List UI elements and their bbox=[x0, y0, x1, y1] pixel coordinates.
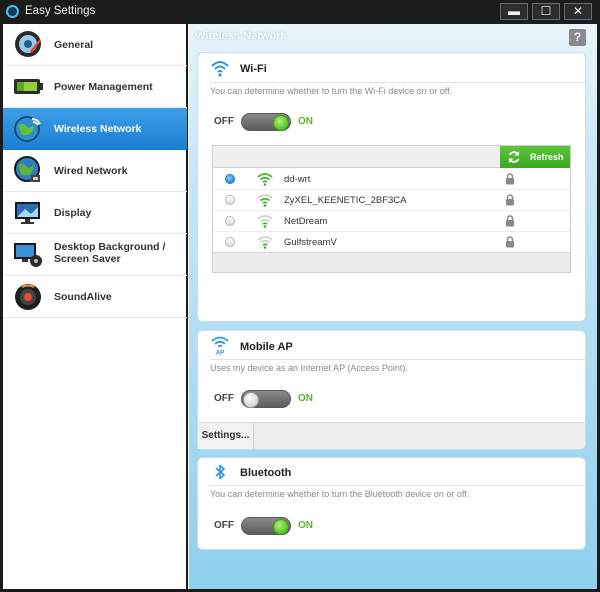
signal-medium-icon bbox=[257, 193, 273, 210]
network-row[interactable]: GulfstreamV bbox=[213, 232, 570, 253]
divider bbox=[210, 485, 585, 486]
wireless-globe-icon bbox=[13, 113, 43, 143]
speaker-icon bbox=[13, 281, 43, 311]
sidebar-item-wired-network[interactable]: Wired Network bbox=[3, 150, 187, 192]
toggle-knob bbox=[273, 115, 289, 131]
mobile-ap-settings-bar: Settings... bbox=[198, 422, 585, 449]
bluetooth-description: You can determine whether to turn the Bl… bbox=[210, 489, 470, 499]
lock-icon bbox=[505, 236, 515, 251]
network-ssid: dd-wrt bbox=[284, 174, 311, 185]
window-title: Easy Settings bbox=[25, 5, 96, 17]
sidebar-item-display[interactable]: Display bbox=[3, 192, 187, 234]
network-radio[interactable] bbox=[225, 174, 235, 184]
sidebar-item-label: Desktop Background / bbox=[54, 241, 166, 253]
network-radio[interactable] bbox=[225, 216, 235, 226]
network-list-footer bbox=[213, 252, 570, 272]
bluetooth-toggle[interactable] bbox=[241, 517, 291, 535]
divider bbox=[210, 359, 585, 360]
bluetooth-on-label: ON bbox=[298, 520, 313, 531]
app-icon bbox=[6, 5, 19, 18]
wifi-card: Wi-Fi You can determine whether to turn … bbox=[197, 52, 586, 322]
mobile-ap-on-label: ON bbox=[298, 393, 313, 404]
bluetooth-off-label: OFF bbox=[214, 520, 234, 531]
sidebar-item-soundalive[interactable]: SoundAlive bbox=[3, 276, 187, 318]
display-icon bbox=[13, 197, 43, 227]
sidebar-item-desktop-background[interactable]: Desktop Background / Screen Saver bbox=[3, 234, 187, 276]
wifi-on-label: ON bbox=[298, 116, 313, 127]
minimize-button[interactable]: ▬ bbox=[500, 3, 528, 20]
network-row[interactable]: dd-wrt bbox=[213, 169, 570, 190]
toggle-knob bbox=[273, 519, 289, 535]
signal-weak-icon bbox=[257, 214, 273, 231]
network-ssid: GulfstreamV bbox=[284, 237, 337, 248]
network-radio[interactable] bbox=[225, 237, 235, 247]
refresh-icon bbox=[507, 150, 521, 166]
network-row[interactable]: NetDream bbox=[213, 211, 570, 232]
battery-icon bbox=[13, 71, 43, 101]
sidebar-item-label: Power Management bbox=[54, 81, 153, 93]
refresh-button[interactable]: Refresh bbox=[500, 146, 570, 168]
sidebar-item-label: Display bbox=[54, 207, 92, 219]
mobile-ap-off-label: OFF bbox=[214, 393, 234, 404]
mobile-ap-settings-button[interactable]: Settings... bbox=[198, 423, 254, 449]
sidebar-item-wireless-network[interactable]: Wireless Network bbox=[3, 108, 187, 150]
general-icon bbox=[13, 29, 43, 59]
lock-icon bbox=[505, 173, 515, 188]
mobile-ap-description: Uses my device as an Internet AP (Access… bbox=[210, 363, 408, 373]
signal-strong-icon bbox=[257, 172, 273, 189]
refresh-label: Refresh bbox=[530, 152, 564, 162]
main-panel: Wireless Network ? Wi-Fi You can determi… bbox=[189, 24, 597, 589]
wifi-title: Wi-Fi bbox=[240, 63, 267, 75]
wifi-toggle[interactable] bbox=[241, 113, 291, 131]
signal-weak-icon bbox=[257, 235, 273, 252]
mobile-ap-icon: AP bbox=[210, 335, 230, 358]
network-row[interactable]: ZyXEL_KEENETIC_2BF3CA bbox=[213, 190, 570, 211]
wifi-description: You can determine whether to turn the Wi… bbox=[210, 86, 453, 96]
bluetooth-icon bbox=[214, 464, 226, 483]
network-ssid: ZyXEL_KEENETIC_2BF3CA bbox=[284, 195, 407, 206]
sidebar-item-label-line2: Screen Saver bbox=[54, 253, 121, 265]
mobile-ap-title: Mobile AP bbox=[240, 341, 293, 353]
toggle-knob bbox=[243, 392, 259, 408]
mobile-ap-card: AP Mobile AP Uses my device as an Intern… bbox=[197, 330, 586, 450]
sidebar-item-power-management[interactable]: Power Management bbox=[3, 66, 187, 108]
network-radio[interactable] bbox=[225, 195, 235, 205]
sidebar: General Power Management Wireless Networ… bbox=[3, 24, 188, 589]
sidebar-item-general[interactable]: General bbox=[3, 24, 187, 66]
network-list: Refresh dd-wrt ZyXEL_KEENETIC_2BF3CA Net… bbox=[212, 145, 571, 273]
desktop-background-icon bbox=[13, 239, 43, 269]
wifi-off-label: OFF bbox=[214, 116, 234, 127]
page-title: Wireless Network bbox=[195, 30, 287, 42]
mobile-ap-toggle[interactable] bbox=[241, 390, 291, 408]
wired-globe-icon bbox=[13, 155, 43, 185]
mobile-ap-icon-badge: AP bbox=[216, 351, 224, 356]
network-list-header: Refresh bbox=[213, 146, 570, 168]
wifi-icon bbox=[210, 59, 230, 80]
sidebar-item-label: Wireless Network bbox=[54, 123, 142, 135]
bluetooth-card: Bluetooth You can determine whether to t… bbox=[197, 457, 586, 550]
sidebar-item-label: General bbox=[54, 39, 94, 51]
sidebar-item-label: Wired Network bbox=[54, 165, 128, 177]
help-button[interactable]: ? bbox=[569, 29, 586, 46]
maximize-button[interactable]: ☐ bbox=[532, 3, 560, 20]
close-button[interactable]: ✕ bbox=[564, 3, 592, 20]
sidebar-item-label: SoundAlive bbox=[54, 291, 112, 303]
lock-icon bbox=[505, 194, 515, 209]
window-client: General Power Management Wireless Networ… bbox=[3, 24, 597, 589]
divider bbox=[210, 82, 585, 83]
network-ssid: NetDream bbox=[284, 216, 328, 227]
lock-icon bbox=[505, 215, 515, 230]
bluetooth-title: Bluetooth bbox=[240, 467, 292, 479]
title-bar: Easy Settings ▬ ☐ ✕ bbox=[0, 0, 600, 24]
